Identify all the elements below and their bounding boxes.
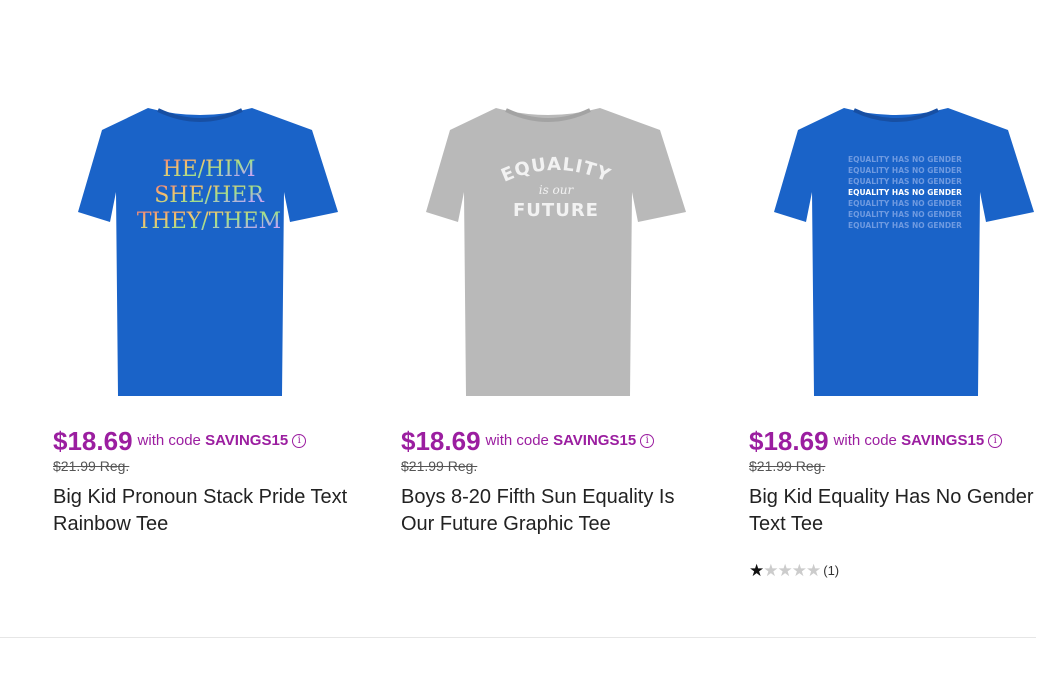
info-circle-icon[interactable]: i [292,434,307,448]
shirt-print-line: EQUALITY HAS NO GENDER [848,166,962,175]
promo-text: with code SAVINGS15 [833,432,985,449]
promo-code: SAVINGS15 [901,432,985,449]
promo-text: with code SAVINGS15 [485,432,637,449]
shirt-print-line: THEY/THEM [137,209,281,234]
shirt-print-line: EQUALITY HAS NO GENDER [848,199,962,208]
shirt-print-line: EQUALITY HAS NO GENDER [848,221,962,230]
star-icon: ★ [763,560,779,580]
tshirt-shape [426,108,686,396]
sale-price: $18.69 [53,426,133,456]
promo-code: SAVINGS15 [553,432,637,449]
tshirt-shape [774,108,1034,396]
shirt-print-line: EQUALITY HAS NO GENDER [848,188,962,197]
shirt-print-line: EQUALITY HAS NO GENDER [848,210,962,219]
shirt-print-line: FUTURE [513,200,599,221]
product-image[interactable]: HE/HIM SHE/HER THEY/THEM [50,100,350,400]
price-row: $18.69 with code SAVINGS15 i [53,426,307,456]
shirt-print-line: is our [539,183,575,197]
star-icon: ★ [791,560,807,580]
promo-code: SAVINGS15 [205,432,289,449]
promo-text: with code SAVINGS15 [137,432,289,449]
shirt-print-line: HE/HIM [162,157,255,182]
review-count[interactable]: (1) [823,563,839,578]
tshirt-shape [78,108,338,396]
product-title-link[interactable]: Boys 8-20 Fifth Sun Equality Is Our Futu… [401,484,711,538]
regular-price: $21.99 Reg. [749,458,826,474]
price-row: $18.69 with code SAVINGS15 i [401,426,655,456]
divider [0,637,1036,638]
product-title-link[interactable]: Big Kid Equality Has No Gender Text Tee [749,484,1038,538]
product-image[interactable]: EQUALITY is our FUTURE [398,100,698,400]
regular-price: $21.99 Reg. [401,458,478,474]
regular-price: $21.99 Reg. [53,458,130,474]
star-icon: ★ [806,560,822,580]
stars-container: ★★★★★ [749,560,822,580]
info-circle-icon[interactable]: i [640,434,655,448]
shirt-print-line: SHE/HER [154,183,265,208]
product-image[interactable]: EQUALITY HAS NO GENDER EQUALITY HAS NO G… [746,100,1038,400]
shirt-print-line: EQUALITY HAS NO GENDER [848,155,962,164]
star-icon: ★ [749,560,765,580]
info-circle-icon[interactable]: i [988,434,1003,448]
star-icon: ★ [777,560,793,580]
sale-price: $18.69 [749,426,829,456]
star-rating[interactable]: ★★★★★ (1) [749,560,839,580]
shirt-print-line: EQUALITY HAS NO GENDER [848,177,962,186]
price-row: $18.69 with code SAVINGS15 i [749,426,1003,456]
product-title-link[interactable]: Big Kid Pronoun Stack Pride Text Rainbow… [53,484,363,538]
sale-price: $18.69 [401,426,481,456]
